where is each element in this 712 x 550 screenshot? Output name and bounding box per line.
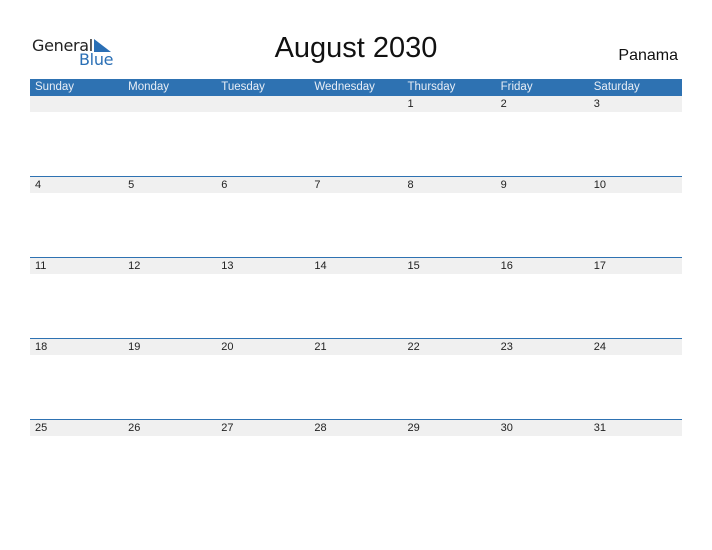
day-cell: 16 [500,260,513,272]
day-cell: 7 [314,179,321,191]
day-cell: 17 [593,260,606,272]
day-cell [216,96,309,112]
day-cell: 9 [500,179,507,191]
day-cell: 13 [221,260,234,272]
weekday-saturday: Saturday [593,81,640,93]
day-cell: 2 [500,98,507,110]
weekday-sunday: Sunday [35,81,75,93]
day-cell: 23 [500,341,513,353]
day-cell: 20 [221,341,234,353]
day-cell: 1 [407,98,414,110]
date-strip: 25 26 27 28 29 30 31 [30,420,682,436]
week-row: 25 26 27 28 29 30 31 [30,419,682,501]
day-cell: 22 [407,341,420,353]
day-cell: 3 [593,98,600,110]
day-cell: 11 [35,260,47,272]
day-cell: 5 [128,179,135,191]
week-row: 1 2 3 [30,96,682,177]
day-cell: 19 [128,341,141,353]
day-cell [123,96,216,112]
day-cell: 6 [221,179,228,191]
day-cell: 26 [128,422,141,434]
day-cell: 14 [314,260,327,272]
day-cell: 28 [314,422,327,434]
page-title: August 2030 [274,32,438,64]
weekday-tuesday: Tuesday [221,81,265,93]
day-cell: 30 [500,422,513,434]
weekday-header: Sunday Monday Tuesday Wednesday Thursday… [30,79,682,96]
day-cell: 12 [128,260,141,272]
weekday-friday: Friday [500,81,533,93]
day-cell: 29 [407,422,420,434]
day-cell: 4 [35,179,42,191]
day-cell: 25 [35,422,48,434]
day-cell: 21 [314,341,327,353]
day-cell: 10 [593,179,606,191]
day-cell: 27 [221,422,234,434]
day-cell: 18 [35,341,48,353]
weekday-thursday: Thursday [407,81,456,93]
date-strip: 4 5 6 7 8 9 10 [30,177,682,193]
date-strip: 11 12 13 14 15 16 17 [30,258,682,274]
week-row: 4 5 6 7 8 9 10 [30,176,682,258]
country-label: Panama [618,47,678,64]
day-cell [309,96,402,112]
day-cell: 24 [593,341,606,353]
week-row: 18 19 20 21 22 23 24 [30,338,682,420]
weekday-monday: Monday [128,81,170,93]
week-row: 11 12 13 14 15 16 17 [30,257,682,339]
date-strip: 18 19 20 21 22 23 24 [30,339,682,355]
date-strip: 1 2 3 [30,96,682,112]
day-cell [30,96,123,112]
day-cell: 31 [593,422,606,434]
day-cell: 8 [407,179,414,191]
day-cell: 15 [407,260,420,272]
weekday-wednesday: Wednesday [314,81,375,93]
